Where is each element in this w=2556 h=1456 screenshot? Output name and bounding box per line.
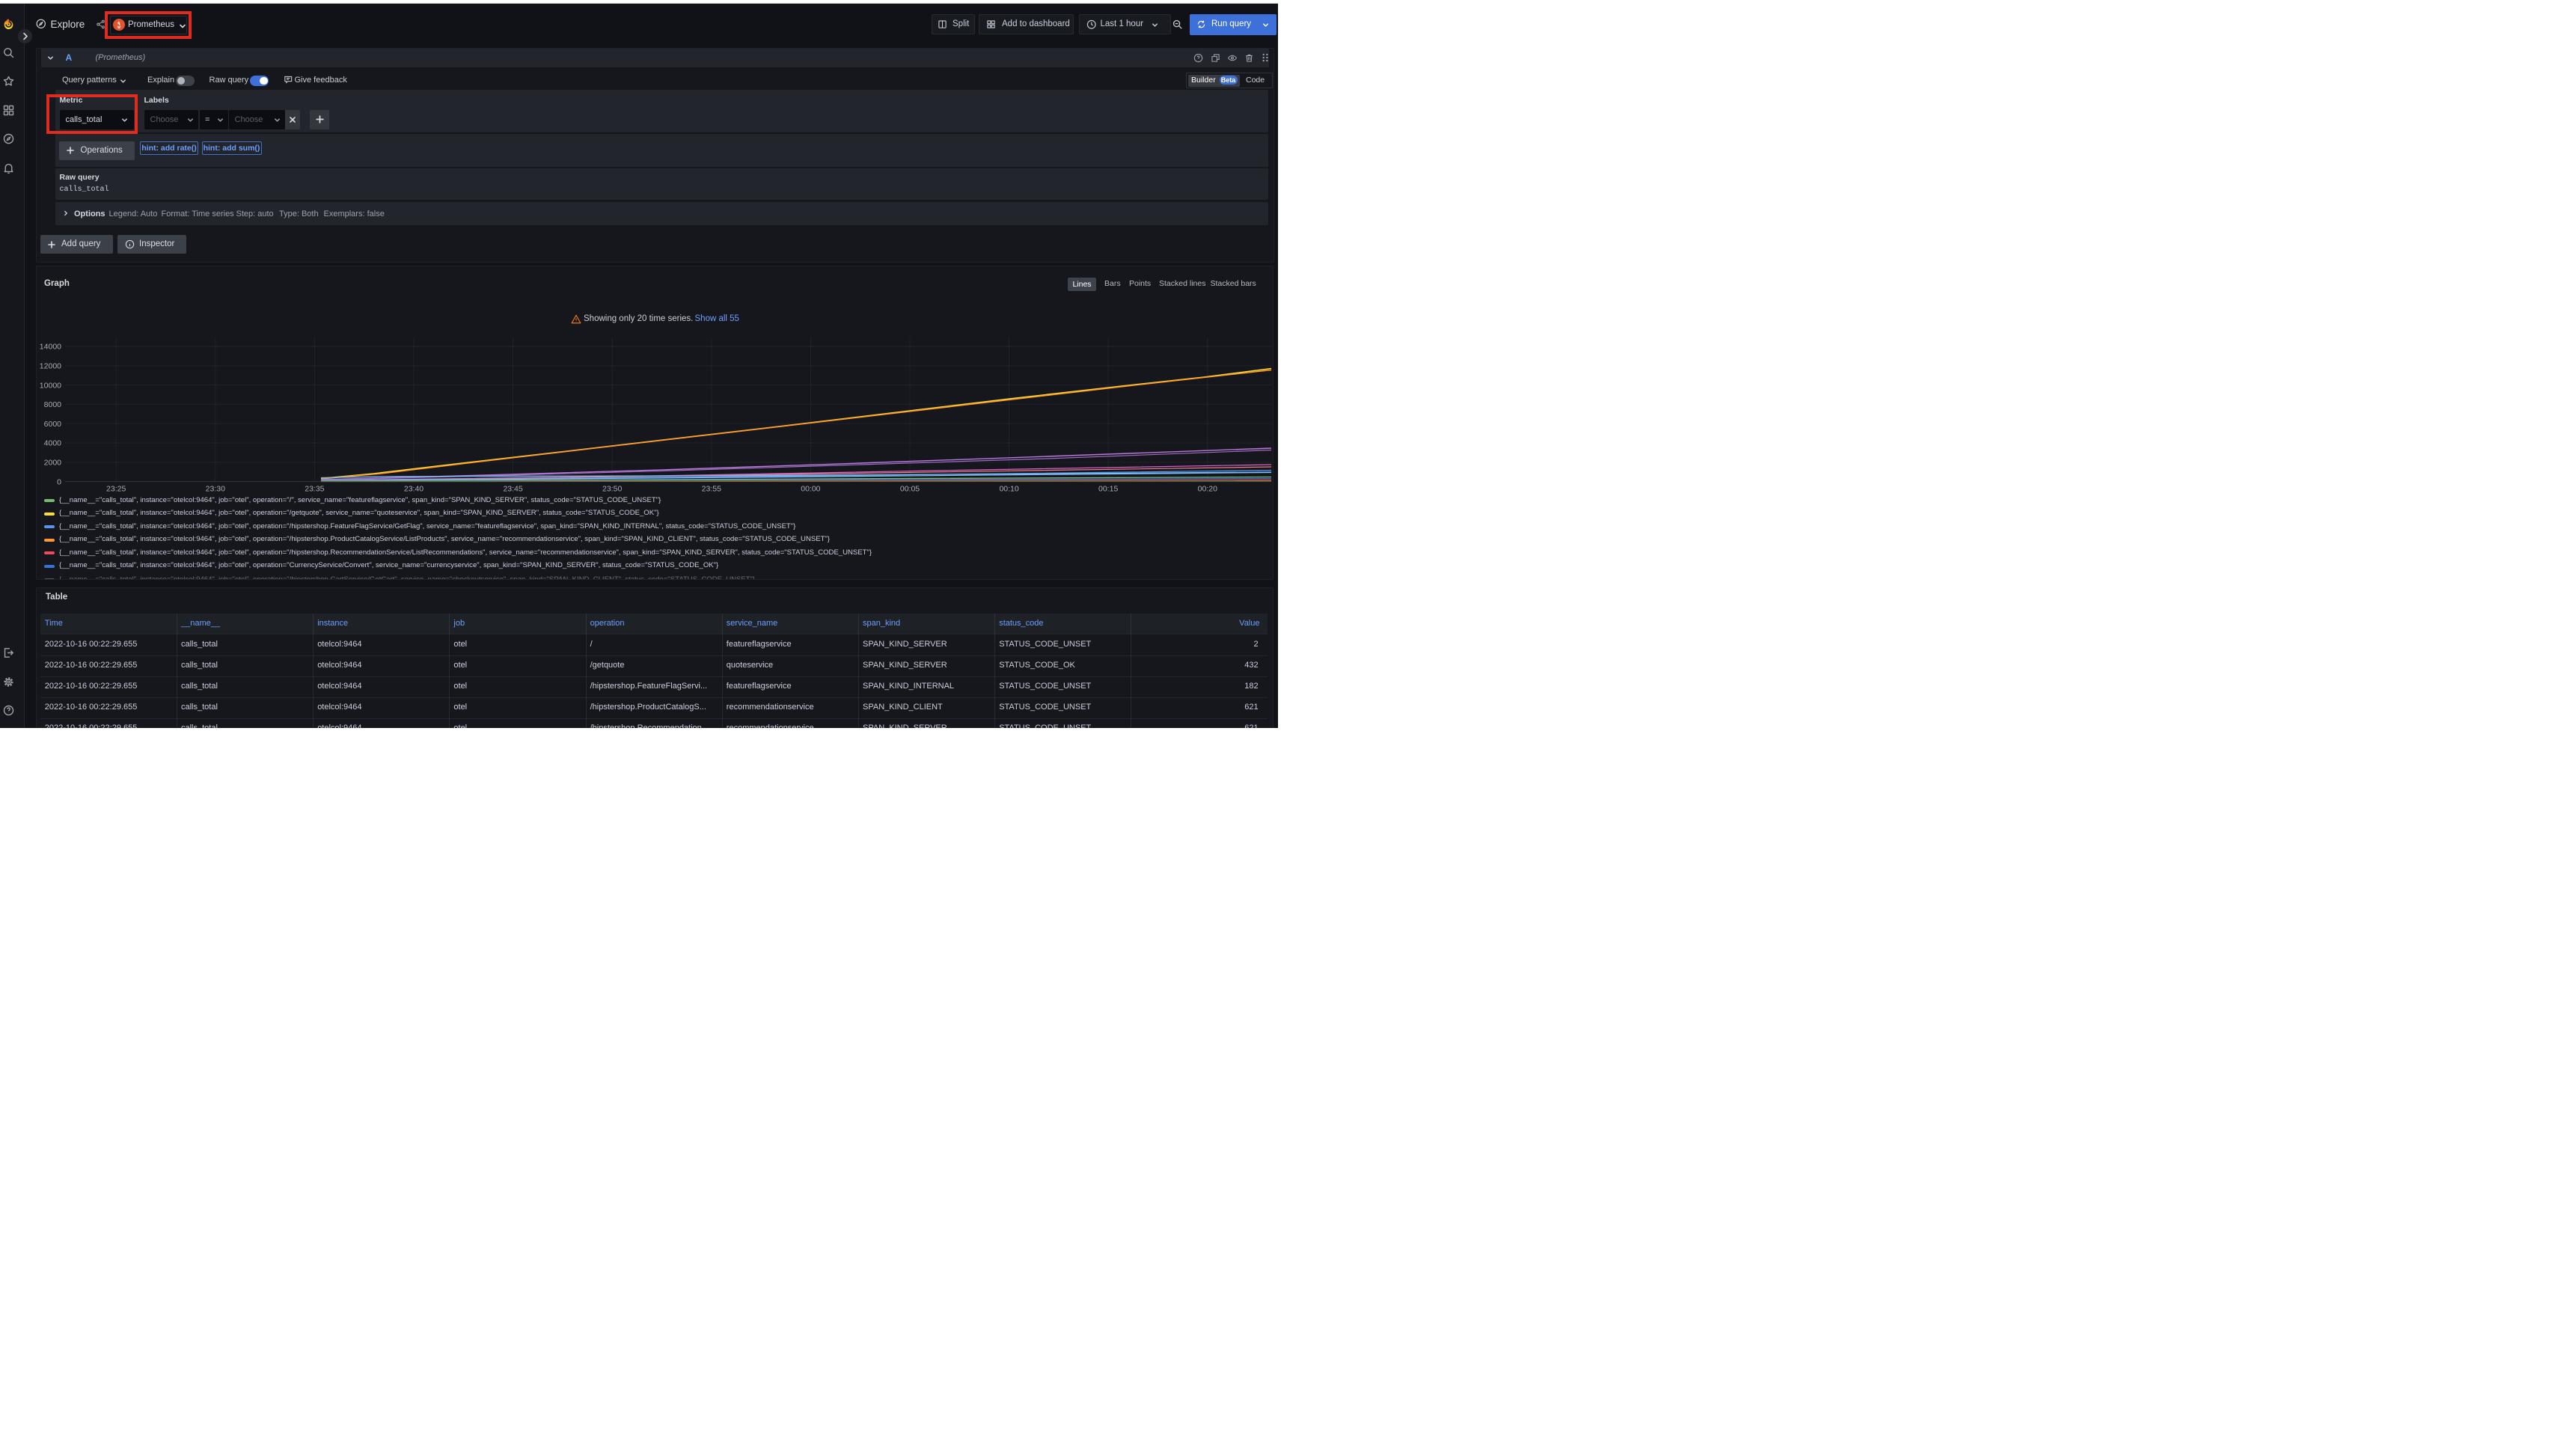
svg-text:23:45: 23:45 [503, 484, 522, 493]
svg-text:00:10: 00:10 [999, 484, 1018, 493]
svg-text:4000: 4000 [43, 438, 61, 447]
svg-text:12000: 12000 [39, 361, 61, 370]
svg-text:00:00: 00:00 [801, 484, 820, 493]
svg-text:8000: 8000 [43, 400, 61, 409]
svg-text:23:55: 23:55 [701, 484, 721, 493]
svg-text:6000: 6000 [43, 419, 61, 428]
svg-text:23:50: 23:50 [602, 484, 622, 493]
svg-text:23:30: 23:30 [205, 484, 224, 493]
svg-text:00:05: 00:05 [899, 484, 919, 493]
svg-text:14000: 14000 [39, 342, 61, 351]
svg-text:23:40: 23:40 [403, 484, 423, 493]
svg-text:0: 0 [57, 477, 61, 486]
svg-text:00:20: 00:20 [1197, 484, 1217, 493]
svg-text:23:35: 23:35 [305, 484, 324, 493]
svg-text:00:15: 00:15 [1098, 484, 1118, 493]
svg-text:2000: 2000 [43, 458, 61, 467]
svg-text:23:25: 23:25 [106, 484, 126, 493]
svg-text:10000: 10000 [39, 381, 61, 390]
